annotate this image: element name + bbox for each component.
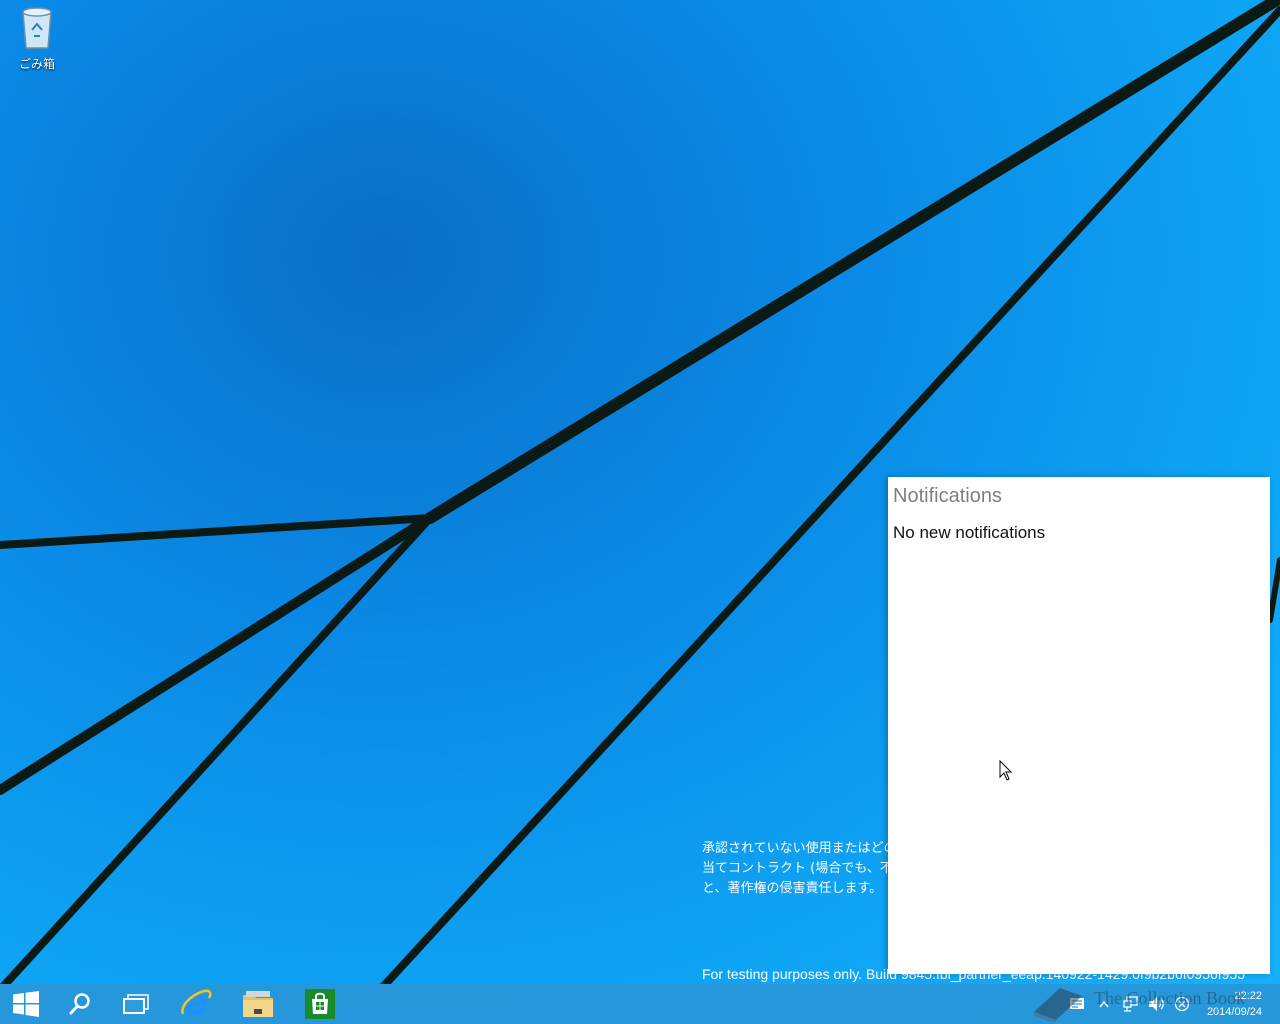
brand-overlay: The Collection Book: [1030, 982, 1270, 1022]
mouse-cursor-icon: [999, 760, 1013, 781]
start-icon: [13, 991, 39, 1017]
task-view-icon: [123, 994, 149, 1014]
book-icon: [1034, 988, 1082, 1022]
brand-text: The Collection Book: [1094, 988, 1245, 1008]
notifications-empty-message: No new notifications: [893, 523, 1046, 542]
desktop-icon-label: ごみ箱: [18, 57, 55, 71]
watermark-line: 当てコントラクト (場合でも、不定: [702, 861, 888, 876]
desktop-icon-recycle-bin[interactable]: ごみ箱: [12, 6, 62, 72]
notifications-title: Notifications: [893, 485, 1002, 507]
internet-explorer-icon: [181, 989, 212, 1015]
search-icon: [69, 993, 90, 1015]
watermark-line: と、著作権の侵害責任します。: [702, 881, 883, 896]
search-button[interactable]: [54, 984, 106, 1024]
recycle-bin-icon: [22, 7, 52, 49]
watermark-license-text: 承認されていない使用またはどの 当てコントラクト (場合でも、不定 と、著作権の…: [702, 839, 888, 899]
internet-explorer-button[interactable]: [170, 984, 222, 1024]
file-explorer-button[interactable]: [232, 984, 284, 1024]
store-icon: [305, 989, 335, 1019]
notifications-panel: Notifications No new notifications: [888, 477, 1270, 974]
file-explorer-icon: [243, 991, 273, 1017]
task-view-button[interactable]: [110, 984, 162, 1024]
start-button[interactable]: [0, 984, 52, 1024]
store-button[interactable]: [294, 984, 346, 1024]
watermark-line: 承認されていない使用またはどの: [702, 841, 888, 856]
